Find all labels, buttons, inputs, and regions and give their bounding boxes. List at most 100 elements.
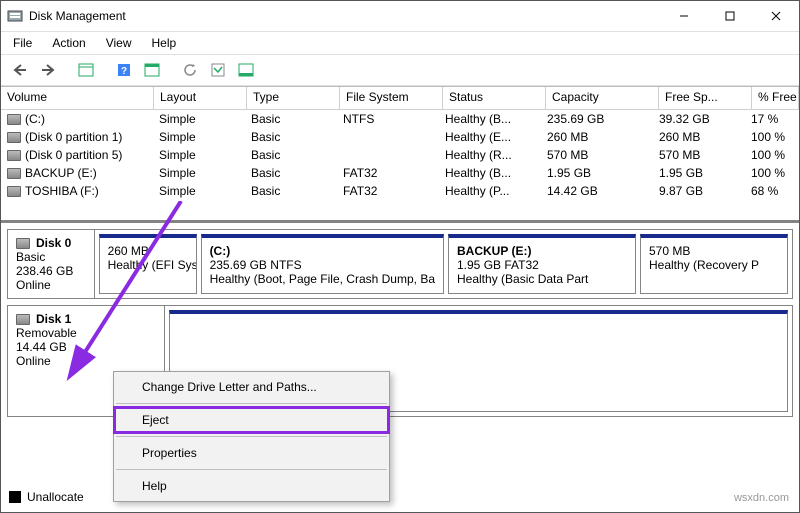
- forward-button[interactable]: [35, 57, 61, 83]
- cell: 1.95 GB: [541, 163, 653, 183]
- part-status: Healthy (EFI Syst: [108, 258, 188, 272]
- disk-type: Basic: [16, 250, 86, 264]
- cell: 570 MB: [541, 145, 653, 165]
- cell: Healthy (R...: [439, 145, 541, 165]
- col-volume[interactable]: Volume: [1, 87, 154, 109]
- part-size: 1.95 GB FAT32: [457, 258, 627, 272]
- volume-row[interactable]: (Disk 0 partition 5) Simple Basic Health…: [1, 146, 799, 164]
- cell: Healthy (E...: [439, 127, 541, 147]
- cell: 68 %: [745, 181, 799, 201]
- settings-bottom-button[interactable]: [233, 57, 259, 83]
- cell: 260 MB: [541, 127, 653, 147]
- svg-text:?: ?: [121, 66, 127, 77]
- app-icon: [7, 8, 23, 24]
- cell: 570 MB: [653, 145, 745, 165]
- window: Disk Management File Action View Help ? …: [0, 0, 800, 513]
- column-header-row: Volume Layout Type File System Status Ca…: [1, 86, 799, 110]
- legend-label: Unallocate: [27, 490, 84, 504]
- col-filesystem[interactable]: File System: [340, 87, 443, 109]
- window-title: Disk Management: [29, 9, 661, 23]
- cell: Basic: [245, 163, 337, 183]
- partition-efi[interactable]: 260 MB Healthy (EFI Syst: [99, 234, 197, 294]
- volume-row[interactable]: (C:) Simple Basic NTFS Healthy (B... 235…: [1, 110, 799, 128]
- cell: Basic: [245, 127, 337, 147]
- disk-size: 14.44 GB: [16, 340, 156, 354]
- disk-status: Online: [16, 278, 86, 292]
- legend: Unallocate: [9, 490, 84, 504]
- disk-size: 238.46 GB: [16, 264, 86, 278]
- list-button[interactable]: [205, 57, 231, 83]
- disk0-row: Disk 0 Basic 238.46 GB Online 260 MB Hea…: [7, 229, 793, 299]
- disk-icon: [16, 238, 30, 249]
- partition-backup[interactable]: BACKUP (E:) 1.95 GB FAT32 Healthy (Basic…: [448, 234, 636, 294]
- cell: BACKUP (E:): [25, 166, 97, 180]
- disk-icon: [16, 314, 30, 325]
- partition-recovery[interactable]: 570 MB Healthy (Recovery P: [640, 234, 788, 294]
- cell: 260 MB: [653, 127, 745, 147]
- menu-eject[interactable]: Eject: [114, 407, 389, 433]
- volume-row[interactable]: (Disk 0 partition 1) Simple Basic Health…: [1, 128, 799, 146]
- cell: Simple: [153, 145, 245, 165]
- col-capacity[interactable]: Capacity: [546, 87, 659, 109]
- drive-icon: [7, 186, 21, 197]
- close-button[interactable]: [753, 1, 799, 31]
- menu-change-drive-letter[interactable]: Change Drive Letter and Paths...: [114, 374, 389, 400]
- menu-action[interactable]: Action: [44, 34, 93, 52]
- col-pctfree[interactable]: % Free: [752, 87, 799, 109]
- menu-view[interactable]: View: [98, 34, 140, 52]
- titlebar: Disk Management: [1, 1, 799, 32]
- disk-name: Disk 0: [36, 236, 71, 250]
- col-layout[interactable]: Layout: [154, 87, 247, 109]
- drive-icon: [7, 168, 21, 179]
- menu-help[interactable]: Help: [144, 34, 185, 52]
- part-title: BACKUP (E:): [457, 244, 627, 258]
- cell: Simple: [153, 127, 245, 147]
- cell: 100 %: [745, 127, 799, 147]
- refresh-button[interactable]: [177, 57, 203, 83]
- show-hide-button[interactable]: [73, 57, 99, 83]
- menubar: File Action View Help: [1, 32, 799, 54]
- menu-help[interactable]: Help: [114, 473, 389, 499]
- col-status[interactable]: Status: [443, 87, 546, 109]
- cell: 9.87 GB: [653, 181, 745, 201]
- disk-name: Disk 1: [36, 312, 71, 326]
- cell: Basic: [245, 181, 337, 201]
- watermark: wsxdn.com: [734, 492, 789, 504]
- cell: (C:): [25, 112, 45, 126]
- menu-properties[interactable]: Properties: [114, 440, 389, 466]
- volume-row[interactable]: BACKUP (E:) Simple Basic FAT32 Healthy (…: [1, 164, 799, 182]
- disk0-label[interactable]: Disk 0 Basic 238.46 GB Online: [8, 230, 95, 298]
- cell: (Disk 0 partition 1): [25, 130, 122, 144]
- legend-swatch-unallocated: [9, 491, 21, 503]
- maximize-button[interactable]: [707, 1, 753, 31]
- minimize-button[interactable]: [661, 1, 707, 31]
- part-status: Healthy (Recovery P: [649, 258, 779, 272]
- help-button[interactable]: ?: [111, 57, 137, 83]
- part-size: 235.69 GB NTFS: [210, 258, 435, 272]
- toolbar: ?: [1, 54, 799, 86]
- drive-icon: [7, 114, 21, 125]
- cell: 100 %: [745, 145, 799, 165]
- disk0-partitions: 260 MB Healthy (EFI Syst (C:) 235.69 GB …: [95, 230, 792, 298]
- cell: Simple: [153, 181, 245, 201]
- volume-row[interactable]: TOSHIBA (F:) Simple Basic FAT32 Healthy …: [1, 182, 799, 200]
- cell: 1.95 GB: [653, 163, 745, 183]
- cell: Healthy (B...: [439, 163, 541, 183]
- context-menu: Change Drive Letter and Paths... Eject P…: [113, 371, 390, 502]
- disk-status: Online: [16, 354, 156, 368]
- col-type[interactable]: Type: [247, 87, 340, 109]
- partition-c[interactable]: (C:) 235.69 GB NTFS Healthy (Boot, Page …: [201, 234, 444, 294]
- cell: FAT32: [337, 163, 439, 183]
- menu-separator: [116, 436, 387, 437]
- back-button[interactable]: [7, 57, 33, 83]
- part-title: (C:): [210, 244, 435, 258]
- drive-icon: [7, 132, 21, 143]
- cell: [337, 152, 439, 158]
- settings-top-button[interactable]: [139, 57, 165, 83]
- menu-separator: [116, 403, 387, 404]
- menu-file[interactable]: File: [5, 34, 40, 52]
- col-free[interactable]: Free Sp...: [659, 87, 752, 109]
- part-status: Healthy (Basic Data Part: [457, 272, 627, 286]
- cell: Basic: [245, 145, 337, 165]
- disk-type: Removable: [16, 326, 156, 340]
